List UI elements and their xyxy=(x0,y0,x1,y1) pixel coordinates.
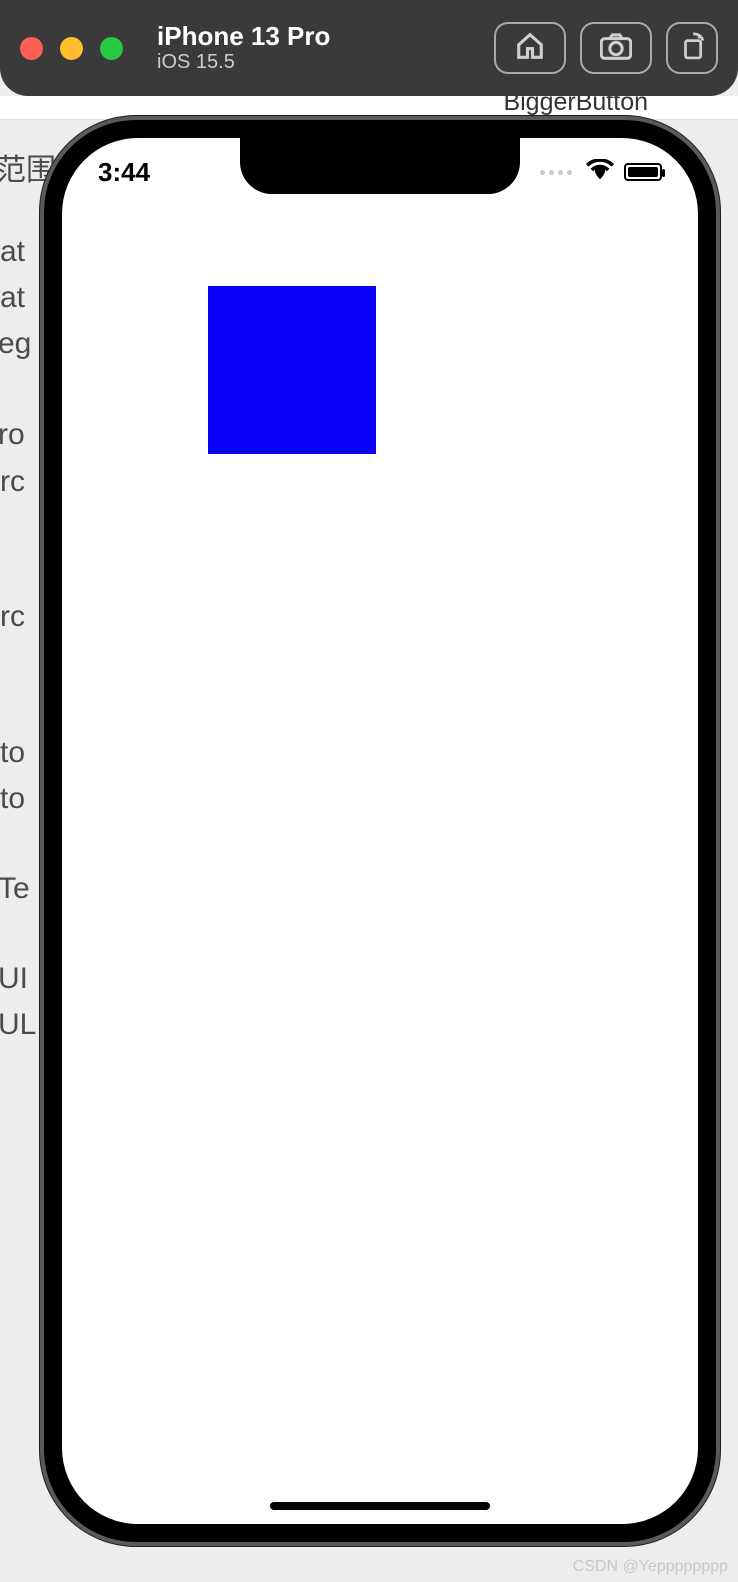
home-icon xyxy=(515,31,545,66)
rotate-icon xyxy=(679,31,705,66)
home-button[interactable] xyxy=(494,22,566,74)
app-content xyxy=(62,138,698,1524)
bg-text: UL xyxy=(0,1008,36,1042)
zoom-window-button[interactable] xyxy=(100,37,123,60)
watermark: CSDN @Yepppppppp xyxy=(573,1558,728,1576)
rotate-button[interactable] xyxy=(666,22,718,74)
device-name: iPhone 13 Pro xyxy=(157,22,330,51)
screenshot-button[interactable] xyxy=(580,22,652,74)
os-version: iOS 15.5 xyxy=(157,50,330,74)
device-screen[interactable]: 3:44 xyxy=(62,138,698,1524)
xcode-button-label: BiggerButton xyxy=(503,96,648,117)
bg-text: at xyxy=(0,235,25,269)
simulator-toolbar: iPhone 13 Pro iOS 15.5 xyxy=(0,0,738,96)
bg-text: to xyxy=(0,782,25,816)
bg-text: rc xyxy=(0,600,25,634)
device-frame: 3:44 xyxy=(40,116,720,1546)
blue-square-view xyxy=(208,286,376,454)
camera-icon xyxy=(600,32,632,65)
bg-text: rc xyxy=(0,465,25,499)
window-traffic-lights xyxy=(20,37,123,60)
minimize-window-button[interactable] xyxy=(60,37,83,60)
close-window-button[interactable] xyxy=(20,37,43,60)
home-indicator[interactable] xyxy=(270,1502,490,1510)
bg-text: at xyxy=(0,281,25,315)
bg-text: Te xyxy=(0,872,30,906)
bg-text: ro xyxy=(0,418,25,452)
simulator-title: iPhone 13 Pro iOS 15.5 xyxy=(157,22,330,75)
bg-text: to xyxy=(0,736,25,770)
bg-text: UI xyxy=(0,962,28,996)
bg-text: eg xyxy=(0,327,31,361)
